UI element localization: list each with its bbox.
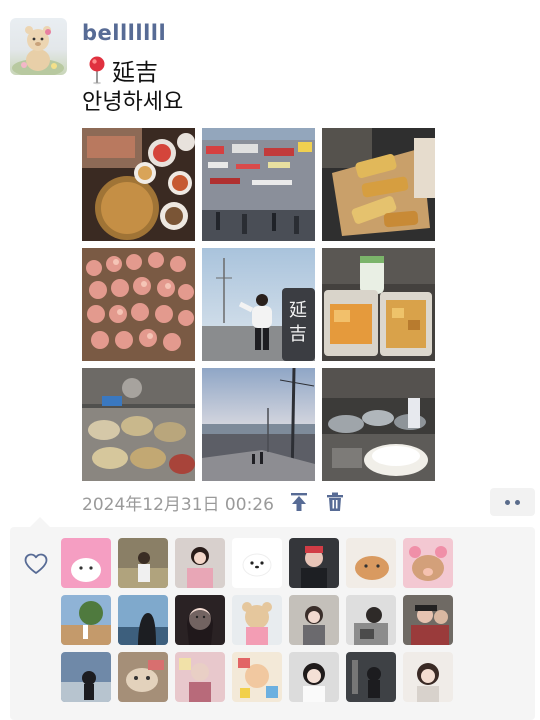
photo-3[interactable]	[322, 128, 435, 241]
pin-to-top-button[interactable]	[288, 491, 310, 513]
liker-avatar[interactable]	[346, 538, 396, 588]
post-meta: 2024年12月31日 00:26	[82, 488, 346, 516]
post-text: 안녕하세요	[82, 90, 184, 115]
liker-avatar[interactable]	[403, 538, 453, 588]
photo-2[interactable]	[202, 128, 315, 241]
location-pin-icon	[89, 56, 105, 85]
liker-avatar[interactable]	[118, 595, 168, 645]
photo-grid: 延 吉	[82, 128, 435, 481]
avatar[interactable]	[10, 18, 67, 75]
liker-avatar[interactable]	[232, 595, 282, 645]
liker-avatar[interactable]	[118, 538, 168, 588]
location-tag[interactable]: 延吉	[86, 54, 158, 86]
svg-text:延: 延	[289, 300, 307, 321]
likes-panel-arrow	[30, 517, 50, 527]
liker-avatar[interactable]	[175, 538, 225, 588]
likes-panel	[10, 517, 535, 720]
delete-button[interactable]	[324, 491, 346, 513]
trash-icon	[326, 492, 343, 511]
username[interactable]: belllllll	[82, 18, 166, 48]
liker-avatar[interactable]	[232, 538, 282, 588]
liker-avatar[interactable]	[289, 595, 339, 645]
liker-avatar-grid	[61, 538, 453, 702]
liker-avatar[interactable]	[403, 595, 453, 645]
location-name: 延吉	[112, 60, 158, 86]
liker-avatar[interactable]	[403, 652, 453, 702]
photo-4[interactable]	[82, 248, 195, 361]
heart-outline-icon	[24, 553, 48, 574]
more-dots-icon	[505, 499, 510, 505]
liker-avatar[interactable]	[346, 652, 396, 702]
liker-avatar[interactable]	[346, 595, 396, 645]
pin-to-top-icon	[290, 493, 307, 511]
photo-5[interactable]: 延 吉	[202, 248, 315, 361]
timestamp: 2024年12月31日 00:26	[82, 494, 274, 515]
photo-8[interactable]	[202, 368, 315, 481]
liker-avatar[interactable]	[175, 595, 225, 645]
photo-1[interactable]	[82, 128, 195, 241]
photo-9[interactable]	[322, 368, 435, 481]
photo-7[interactable]	[82, 368, 195, 481]
more-actions-button[interactable]	[490, 488, 535, 516]
liker-avatar[interactable]	[61, 538, 111, 588]
more-dots-icon	[515, 499, 520, 505]
moments-post: belllllll 延吉 안녕하세요 延 吉 2024年12月31日 00:26	[0, 0, 540, 720]
liker-avatar[interactable]	[61, 595, 111, 645]
liker-avatar[interactable]	[118, 652, 168, 702]
liker-avatar[interactable]	[289, 652, 339, 702]
svg-text:吉: 吉	[289, 324, 307, 345]
liker-avatar[interactable]	[289, 538, 339, 588]
photo-6[interactable]	[322, 248, 435, 361]
liker-avatar[interactable]	[175, 652, 225, 702]
liker-avatar[interactable]	[232, 652, 282, 702]
liker-avatar[interactable]	[61, 652, 111, 702]
